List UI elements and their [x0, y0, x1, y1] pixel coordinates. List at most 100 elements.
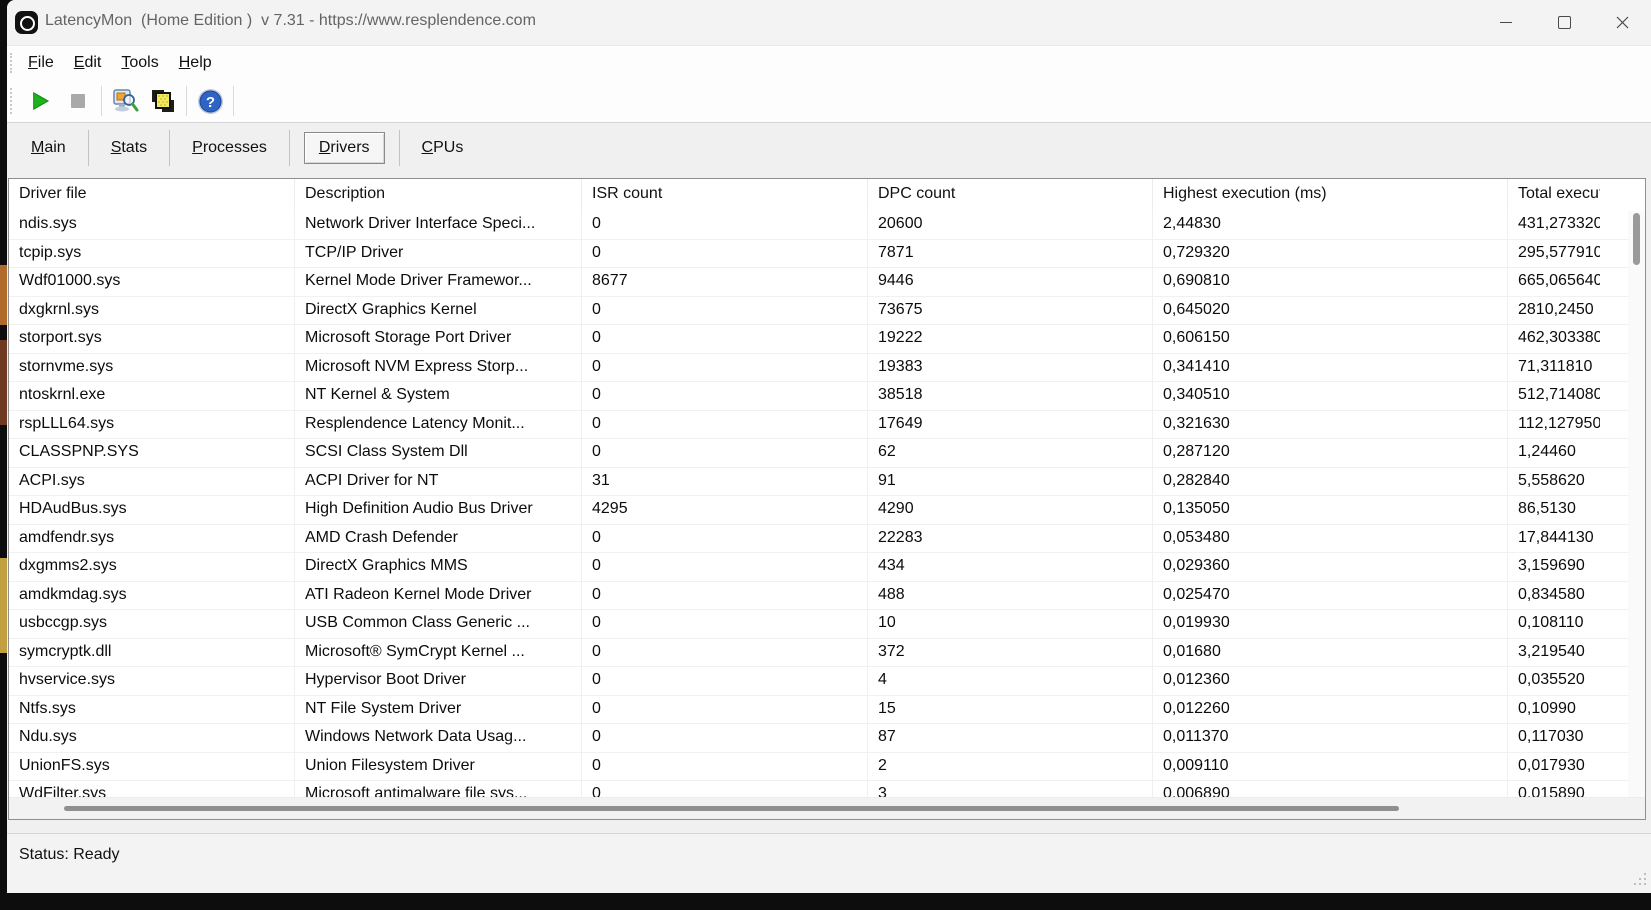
cell-isr-count: 0	[581, 240, 867, 268]
table-row[interactable]: amdfendr.sysAMD Crash Defender0222830,05…	[9, 525, 1645, 554]
horizontal-scrollbar[interactable]	[9, 797, 1645, 819]
cell-total-execution: 2810,2450	[1507, 297, 1645, 325]
close-button[interactable]	[1593, 0, 1651, 45]
cell-highest-execution: 0,006890	[1152, 781, 1507, 798]
tab-main[interactable]: Main	[17, 133, 80, 163]
cell-description: NT Kernel & System	[294, 382, 581, 410]
cell-dpc-count: 488	[867, 582, 1152, 610]
cell-driver-file: tcpip.sys	[9, 240, 294, 268]
menu-grip[interactable]	[10, 53, 12, 73]
vertical-scrollbar[interactable]	[1628, 211, 1645, 798]
tab-stats[interactable]: Stats	[97, 133, 161, 163]
desktop-edge-fragment	[0, 340, 7, 425]
cell-highest-execution: 0,009110	[1152, 753, 1507, 781]
cell-driver-file: CLASSPNP.SYS	[9, 439, 294, 467]
table-row[interactable]: WdFilter.sysMicrosoft antimalware file s…	[9, 781, 1645, 798]
column-header-isr-count[interactable]: ISR count	[581, 179, 867, 211]
cell-total-execution: 0,117030	[1507, 724, 1645, 752]
table-row[interactable]: amdkmdag.sysATI Radeon Kernel Mode Drive…	[9, 582, 1645, 611]
cell-description: SCSI Class System Dll	[294, 439, 581, 467]
start-monitor-button[interactable]	[21, 84, 59, 118]
menu-item-edit[interactable]: Edit	[67, 54, 109, 72]
cell-total-execution: 3,219540	[1507, 639, 1645, 667]
table-row[interactable]: rspLLL64.sysResplendence Latency Monit..…	[9, 411, 1645, 440]
menu-bar-items: File Edit Tools Help	[21, 54, 225, 72]
table-row[interactable]: Ndu.sysWindows Network Data Usag...0870,…	[9, 724, 1645, 753]
table-row[interactable]: storport.sysMicrosoft Storage Port Drive…	[9, 325, 1645, 354]
cell-isr-count: 0	[581, 582, 867, 610]
table-row[interactable]: symcryptk.dllMicrosoft® SymCrypt Kernel …	[9, 639, 1645, 668]
menu-item-help[interactable]: Help	[172, 54, 219, 72]
report-windows-button[interactable]	[144, 84, 182, 118]
cell-isr-count: 0	[581, 639, 867, 667]
cell-isr-count: 0	[581, 667, 867, 695]
title-bar: LatencyMon (Home Edition ) v 7.31 - http…	[7, 0, 1651, 46]
tab-separator	[289, 130, 290, 166]
tab-cpus[interactable]: CPUs	[408, 133, 478, 163]
toolbar-grip[interactable]	[10, 88, 12, 114]
cell-total-execution: 665,065640	[1507, 268, 1645, 296]
cell-description: Union Filesystem Driver	[294, 753, 581, 781]
cell-dpc-count: 9446	[867, 268, 1152, 296]
column-header-dpc-count[interactable]: DPC count	[867, 179, 1152, 211]
cell-driver-file: hvservice.sys	[9, 667, 294, 695]
minimize-icon	[1500, 22, 1512, 23]
vertical-scrollbar-thumb[interactable]	[1633, 213, 1640, 265]
cell-description: Microsoft NVM Express Storp...	[294, 354, 581, 382]
resize-grip-icon[interactable]	[1632, 871, 1646, 885]
desktop-edge-fragment	[0, 558, 7, 653]
tab-bar: Main Stats Processes Drivers CPUs	[7, 128, 1651, 168]
cell-description: NT File System Driver	[294, 696, 581, 724]
table-row[interactable]: dxgkrnl.sysDirectX Graphics Kernel073675…	[9, 297, 1645, 326]
cell-isr-count: 0	[581, 781, 867, 798]
tab-drivers[interactable]: Drivers	[304, 132, 385, 164]
cell-total-execution: 3,159690	[1507, 553, 1645, 581]
maximize-button[interactable]	[1535, 0, 1593, 45]
cell-description: Resplendence Latency Monit...	[294, 411, 581, 439]
stop-monitor-button[interactable]	[59, 84, 97, 118]
analyze-button[interactable]	[106, 84, 144, 118]
table-row[interactable]: ndis.sysNetwork Driver Interface Speci..…	[9, 211, 1645, 240]
table-row[interactable]: Wdf01000.sysKernel Mode Driver Framewor.…	[9, 268, 1645, 297]
tab-processes[interactable]: Processes	[178, 133, 281, 163]
table-row[interactable]: HDAudBus.sysHigh Definition Audio Bus Dr…	[9, 496, 1645, 525]
cell-driver-file: ndis.sys	[9, 211, 294, 239]
cell-dpc-count: 3	[867, 781, 1152, 798]
cell-driver-file: storport.sys	[9, 325, 294, 353]
menu-item-tools[interactable]: Tools	[114, 54, 165, 72]
table-body: ndis.sysNetwork Driver Interface Speci..…	[9, 211, 1645, 798]
cell-dpc-count: 87	[867, 724, 1152, 752]
toolbar-separator	[233, 86, 234, 116]
help-button[interactable]: ?	[191, 84, 229, 118]
cell-isr-count: 0	[581, 297, 867, 325]
column-header-description[interactable]: Description	[294, 179, 581, 211]
menu-bar: File Edit Tools Help	[7, 46, 1651, 80]
table-row[interactable]: dxgmms2.sysDirectX Graphics MMS04340,029…	[9, 553, 1645, 582]
cell-highest-execution: 0,053480	[1152, 525, 1507, 553]
cell-dpc-count: 10	[867, 610, 1152, 638]
cell-highest-execution: 0,135050	[1152, 496, 1507, 524]
column-header-total-execution[interactable]: Total execution (ms)	[1507, 179, 1645, 211]
minimize-button[interactable]	[1477, 0, 1535, 45]
table-row[interactable]: usbccgp.sysUSB Common Class Generic ...0…	[9, 610, 1645, 639]
cell-isr-count: 0	[581, 610, 867, 638]
table-row[interactable]: Ntfs.sysNT File System Driver0150,012260…	[9, 696, 1645, 725]
table-row[interactable]: tcpip.sysTCP/IP Driver078710,729320295,5…	[9, 240, 1645, 269]
cell-driver-file: HDAudBus.sys	[9, 496, 294, 524]
window-title: LatencyMon (Home Edition ) v 7.31 - http…	[45, 12, 536, 30]
cell-driver-file: WdFilter.sys	[9, 781, 294, 798]
table-row[interactable]: stornvme.sysMicrosoft NVM Express Storp.…	[9, 354, 1645, 383]
column-header-highest-execution[interactable]: Highest execution (ms)	[1152, 179, 1507, 211]
table-row[interactable]: hvservice.sysHypervisor Boot Driver040,0…	[9, 667, 1645, 696]
horizontal-scrollbar-thumb[interactable]	[64, 806, 1399, 811]
menu-item-file[interactable]: File	[21, 54, 61, 72]
table-row[interactable]: UnionFS.sysUnion Filesystem Driver020,00…	[9, 753, 1645, 782]
cell-description: ACPI Driver for NT	[294, 468, 581, 496]
table-row[interactable]: CLASSPNP.SYSSCSI Class System Dll0620,28…	[9, 439, 1645, 468]
column-header-driver-file[interactable]: Driver file	[9, 179, 294, 211]
table-row[interactable]: ntoskrnl.exeNT Kernel & System0385180,34…	[9, 382, 1645, 411]
cell-dpc-count: 15	[867, 696, 1152, 724]
cell-dpc-count: 62	[867, 439, 1152, 467]
table-row[interactable]: ACPI.sysACPI Driver for NT31910,2828405,…	[9, 468, 1645, 497]
monitor-magnifier-icon	[111, 87, 139, 115]
